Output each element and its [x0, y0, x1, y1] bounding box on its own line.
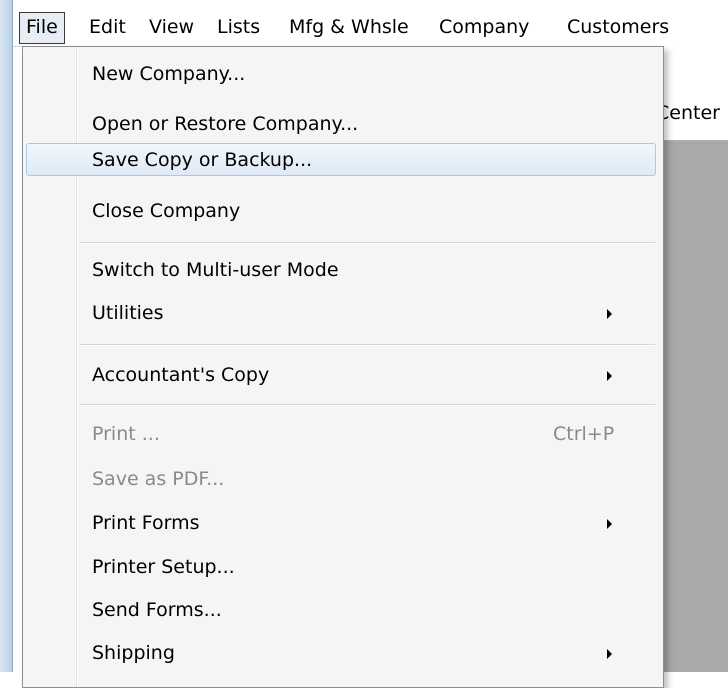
window-left-frame: [0, 0, 13, 672]
menu-company[interactable]: Company: [433, 12, 535, 42]
menu-separator: [79, 344, 655, 346]
menu-separator: [79, 242, 655, 244]
menu-item-utilities[interactable]: Utilities: [26, 297, 656, 330]
toolbar-center-label[interactable]: Center: [656, 102, 720, 124]
submenu-arrow-icon: [607, 649, 612, 659]
menu-edit[interactable]: Edit: [83, 12, 132, 42]
menu-item-accountants-copy[interactable]: Accountant's Copy: [26, 359, 656, 392]
menu-item-send-forms[interactable]: Send Forms...: [26, 594, 656, 627]
menu-item-label: Accountant's Copy: [92, 364, 270, 386]
menu-item-label: Utilities: [92, 302, 164, 324]
menu-item-label: Send Forms...: [92, 599, 222, 621]
submenu-arrow-icon: [607, 309, 612, 319]
menu-item-switch-multi-user[interactable]: Switch to Multi-user Mode: [26, 254, 656, 287]
menu-view[interactable]: View: [143, 12, 200, 42]
frame-edge: [12, 0, 13, 672]
menu-bar: File Edit View Lists Mfg & Whsle Company…: [13, 0, 728, 47]
menu-item-shipping[interactable]: Shipping: [26, 637, 656, 670]
menu-separator: [79, 404, 655, 406]
menu-item-label: Save Copy or Backup...: [92, 149, 313, 171]
submenu-arrow-icon: [607, 371, 612, 381]
menu-mfg-whsle[interactable]: Mfg & Whsle: [283, 12, 415, 42]
menu-item-label: Save as PDF...: [92, 468, 225, 490]
menu-item-label: Print Forms: [92, 512, 200, 534]
menu-item-label: Print ...: [92, 423, 160, 445]
menu-item-label: Shipping: [92, 642, 175, 664]
menu-item-label: Open or Restore Company...: [92, 113, 359, 135]
menu-item-open-restore-company[interactable]: Open or Restore Company...: [26, 108, 656, 141]
file-menu-dropdown: New Company... Open or Restore Company..…: [22, 46, 664, 688]
submenu-arrow-icon: [607, 519, 612, 529]
menu-item-printer-setup[interactable]: Printer Setup...: [26, 551, 656, 584]
menu-item-print-forms[interactable]: Print Forms: [26, 507, 656, 540]
menu-item-label: Printer Setup...: [92, 556, 235, 578]
menu-item-label: Close Company: [92, 200, 241, 222]
menu-item-save-copy-backup[interactable]: Save Copy or Backup...: [26, 143, 656, 176]
menu-item-label: New Company...: [92, 63, 246, 85]
menu-item-new-company[interactable]: New Company...: [26, 58, 656, 91]
menu-file[interactable]: File: [19, 12, 65, 44]
menu-item-close-company[interactable]: Close Company: [26, 195, 656, 228]
menu-customers[interactable]: Customers: [561, 12, 675, 42]
menu-lists[interactable]: Lists: [211, 12, 266, 42]
menu-item-save-as-pdf[interactable]: Save as PDF...: [26, 463, 656, 496]
menu-item-print[interactable]: Print ... Ctrl+P: [26, 418, 656, 451]
menu-item-shortcut: Ctrl+P: [553, 423, 615, 445]
menu-item-label: Switch to Multi-user Mode: [92, 259, 339, 281]
